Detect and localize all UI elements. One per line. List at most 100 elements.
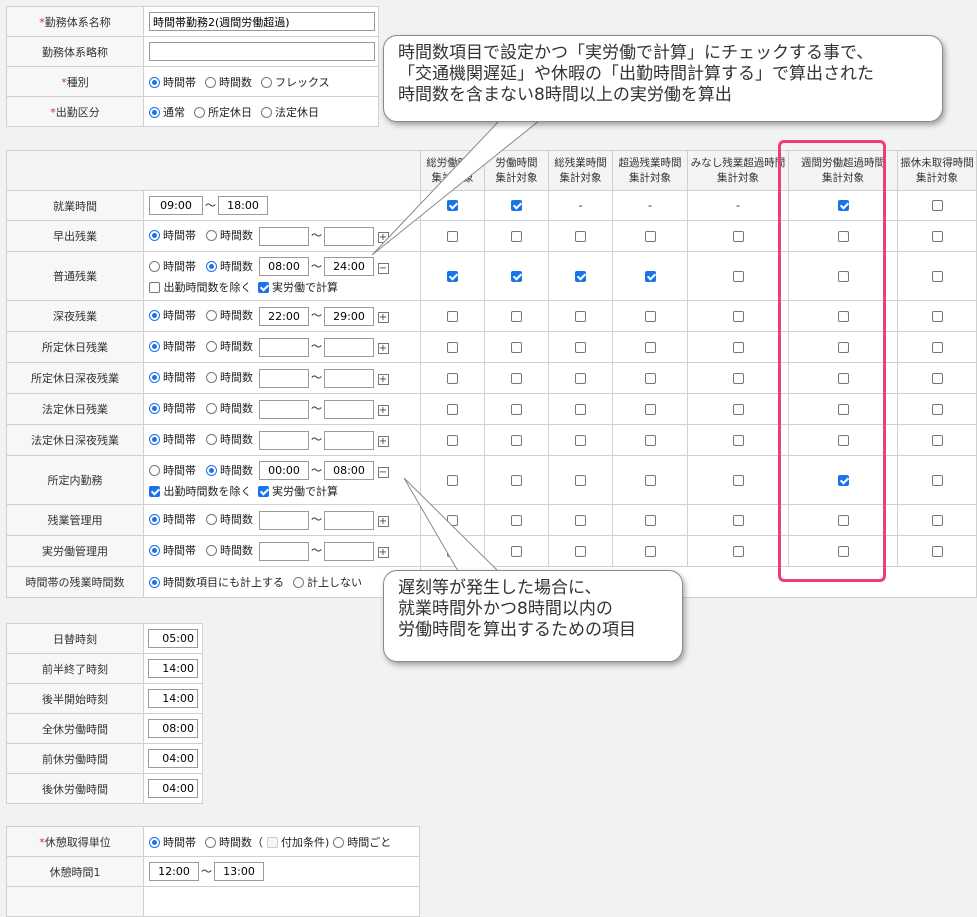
aggregate-checkbox[interactable] [511,372,522,384]
aggregate-checkbox[interactable] [575,514,586,526]
actual-work-checkbox[interactable]: 実労働で計算 [257,483,338,499]
aggregate-checkbox[interactable] [644,270,656,282]
day-setting-input[interactable] [148,779,198,798]
aggregate-checkbox[interactable] [575,434,586,446]
aggregate-checkbox[interactable] [837,403,849,415]
time-from-input[interactable] [259,510,309,530]
range-type-radio-1[interactable]: 時間数 [206,462,253,478]
time-to-input[interactable] [218,196,268,215]
expand-icon[interactable]: + [377,516,389,527]
aggregate-checkbox[interactable] [931,230,943,242]
time-to-input[interactable] [324,368,374,388]
time-to-input[interactable] [324,257,374,276]
range-type-radio-0[interactable]: 時間帯 [149,542,196,558]
aggregate-checkbox[interactable] [511,310,522,322]
aggregate-checkbox[interactable] [575,341,586,353]
aggregate-checkbox[interactable] [837,514,849,526]
overtime-count-radio-1[interactable]: 計上しない [293,574,362,590]
range-type-radio-1[interactable]: 時間数 [206,400,253,416]
type-radio-2[interactable]: フレックス [261,74,330,90]
day-setting-input[interactable] [148,689,198,708]
aggregate-checkbox[interactable] [511,514,522,526]
aggregate-checkbox[interactable] [511,403,522,415]
aggregate-checkbox[interactable] [732,514,744,526]
aggregate-checkbox[interactable] [931,434,943,446]
exclude-attendance-checkbox[interactable]: 出勤時間数を除く [149,483,252,499]
expand-icon[interactable]: + [377,232,389,243]
aggregate-checkbox[interactable] [837,270,849,282]
aggregate-checkbox[interactable] [732,270,744,282]
time-from-input[interactable] [259,257,309,276]
expand-icon[interactable]: + [377,436,389,447]
exclude-attendance-checkbox[interactable]: 出勤時間数を除く [149,279,252,295]
aggregate-checkbox[interactable] [644,310,656,322]
expand-icon[interactable]: + [377,547,389,558]
aggregate-checkbox[interactable] [644,434,656,446]
aggregate-checkbox[interactable] [732,545,744,557]
aggregate-checkbox[interactable] [644,372,656,384]
collapse-icon[interactable]: − [377,262,389,274]
aggregate-checkbox[interactable] [931,341,943,353]
time-from-input[interactable] [259,541,309,561]
aggregate-checkbox[interactable] [732,434,744,446]
aggregate-checkbox[interactable] [732,372,744,384]
aggregate-checkbox[interactable] [447,514,458,526]
aggregate-checkbox[interactable] [931,514,943,526]
aggregate-checkbox[interactable] [575,403,586,415]
range-type-radio-1[interactable]: 時間数 [206,369,253,385]
aggregate-checkbox[interactable] [931,200,943,211]
expand-icon[interactable]: + [377,374,389,385]
aggregate-checkbox[interactable] [575,270,586,282]
aggregate-checkbox[interactable] [931,545,943,557]
aggregate-checkbox[interactable] [447,372,458,384]
aggregate-checkbox[interactable] [644,403,656,415]
aggregate-checkbox[interactable] [447,403,458,415]
expand-icon[interactable]: + [377,312,389,323]
expand-icon[interactable]: + [377,405,389,416]
range-type-radio-0[interactable]: 時間帯 [149,369,196,385]
aggregate-checkbox[interactable] [511,341,522,353]
aggregate-checkbox[interactable] [447,434,458,446]
time-to-input[interactable] [324,541,374,561]
aggregate-checkbox[interactable] [732,474,744,486]
overtime-count-radio-0[interactable]: 時間数項目にも計上する [149,574,284,590]
break-unit-radio-hours[interactable]: 時間数（ 付加条件) [205,834,329,850]
aggregate-checkbox[interactable] [931,372,943,384]
aggregate-checkbox[interactable] [837,200,849,211]
range-type-radio-0[interactable]: 時間帯 [149,431,196,447]
attendance-radio-0[interactable]: 通常 [149,104,185,120]
break-unit-radio-per-hour[interactable]: 時間ごと [333,834,391,850]
type-radio-1[interactable]: 時間数 [205,74,252,90]
aggregate-checkbox[interactable] [644,230,656,242]
range-type-radio-1[interactable]: 時間数 [206,227,253,243]
day-setting-input[interactable] [148,629,198,648]
time-to-input[interactable] [324,306,374,326]
aggregate-checkbox[interactable] [447,545,458,557]
time-to-input[interactable] [324,430,374,450]
time-from-input[interactable] [149,196,203,215]
aggregate-checkbox[interactable] [447,230,458,242]
aggregate-checkbox[interactable] [837,230,849,242]
range-type-radio-0[interactable]: 時間帯 [149,307,196,323]
aggregate-checkbox[interactable] [447,270,458,282]
range-type-radio-0[interactable]: 時間帯 [149,258,196,274]
break-unit-radio-timeband[interactable]: 時間帯 [149,834,196,850]
time-from-input[interactable] [259,306,309,326]
aggregate-checkbox[interactable] [511,230,522,242]
aggregate-checkbox[interactable] [931,310,943,322]
aggregate-checkbox[interactable] [837,545,849,557]
aggregate-checkbox[interactable] [837,434,849,446]
aggregate-checkbox[interactable] [732,310,744,322]
time-from-input[interactable] [259,399,309,419]
aggregate-checkbox[interactable] [837,310,849,322]
aggregate-checkbox[interactable] [732,341,744,353]
name-input[interactable] [149,12,375,31]
aggregate-checkbox[interactable] [837,474,849,486]
attendance-radio-1[interactable]: 所定休日 [194,104,252,120]
aggregate-checkbox[interactable] [575,310,586,322]
time-to-input[interactable] [324,226,374,246]
aggregate-checkbox[interactable] [575,372,586,384]
aggregate-checkbox[interactable] [931,403,943,415]
aggregate-checkbox[interactable] [837,341,849,353]
time-to-input[interactable] [324,510,374,530]
